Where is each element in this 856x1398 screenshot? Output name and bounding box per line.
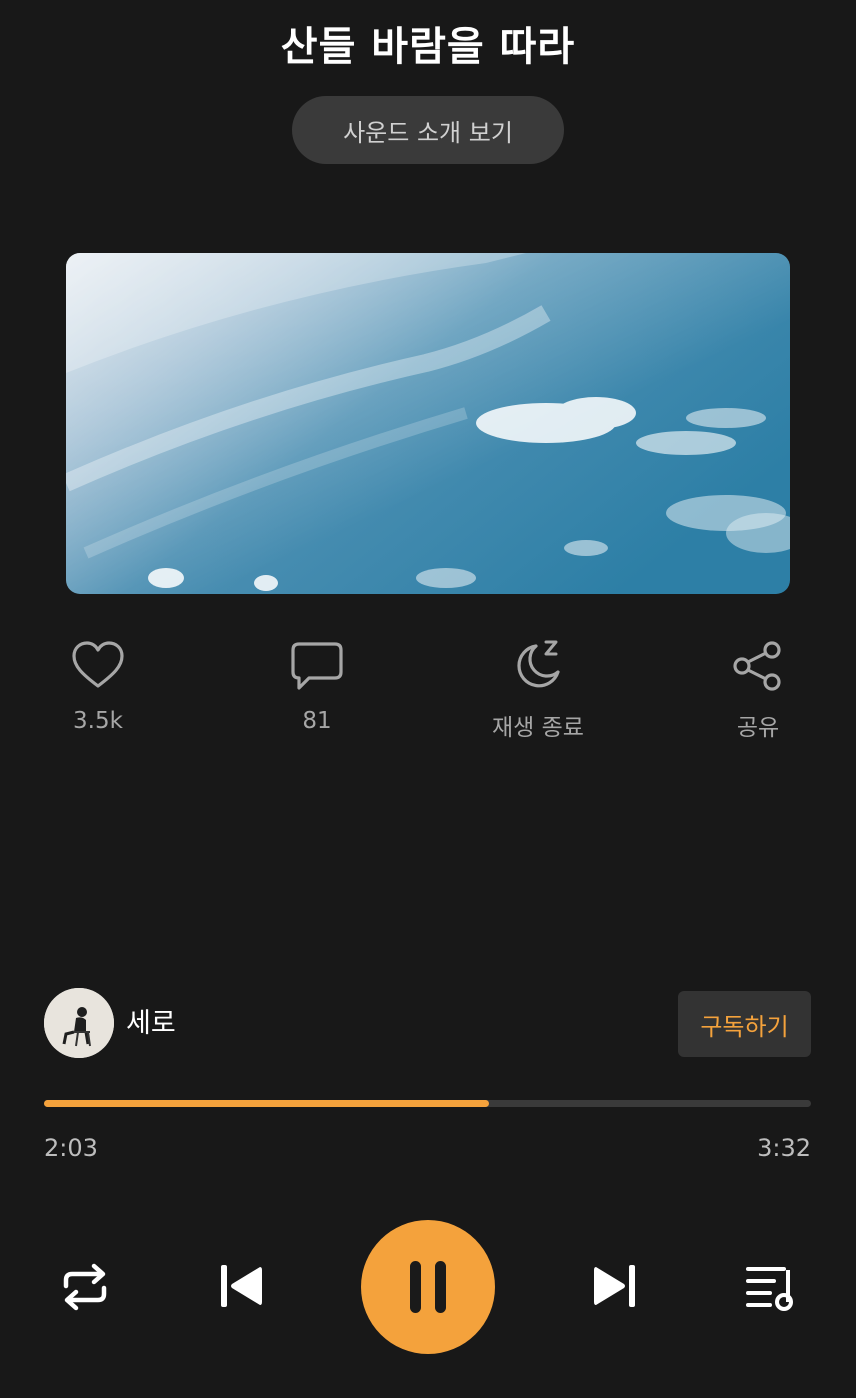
- share-icon: [733, 641, 781, 691]
- sound-intro-button[interactable]: 사운드 소개 보기: [292, 96, 564, 164]
- artist-profile[interactable]: 세로: [44, 988, 176, 1058]
- share-label: 공유: [736, 715, 780, 741]
- previous-icon: [221, 1265, 262, 1307]
- current-time: 2:03: [44, 1134, 98, 1162]
- album-cover: [66, 253, 790, 594]
- sleep-timer-label: 재생 종료: [492, 715, 584, 741]
- sleep-timer-icon: [517, 640, 560, 688]
- progress-fill: [44, 1100, 489, 1107]
- share-button[interactable]: 공유: [678, 636, 838, 742]
- like-count: 3.5k: [73, 708, 123, 734]
- pause-icon: [410, 1261, 446, 1313]
- repeat-icon: [63, 1263, 107, 1311]
- next-button[interactable]: [592, 1262, 638, 1314]
- next-icon: [594, 1265, 635, 1307]
- track-title: 산들 바람을 따라: [280, 24, 576, 70]
- comment-count: 81: [302, 708, 332, 734]
- playlist-icon: [746, 1267, 793, 1311]
- repeat-button[interactable]: [58, 1260, 112, 1318]
- total-time: 3:32: [757, 1134, 811, 1162]
- sky-image: [66, 253, 790, 594]
- artist-name: 세로: [126, 1007, 176, 1039]
- playlist-button[interactable]: [744, 1262, 798, 1316]
- previous-button[interactable]: [218, 1262, 264, 1314]
- sleep-timer-button[interactable]: 재생 종료: [458, 636, 618, 742]
- pause-button[interactable]: [361, 1220, 495, 1354]
- comment-button[interactable]: 81: [237, 636, 397, 734]
- subscribe-button[interactable]: 구독하기: [678, 991, 811, 1057]
- progress-bar[interactable]: [44, 1100, 811, 1107]
- avatar: [44, 988, 114, 1058]
- like-button[interactable]: 3.5k: [18, 636, 178, 734]
- comment-icon: [291, 642, 343, 690]
- heart-icon: [72, 641, 124, 688]
